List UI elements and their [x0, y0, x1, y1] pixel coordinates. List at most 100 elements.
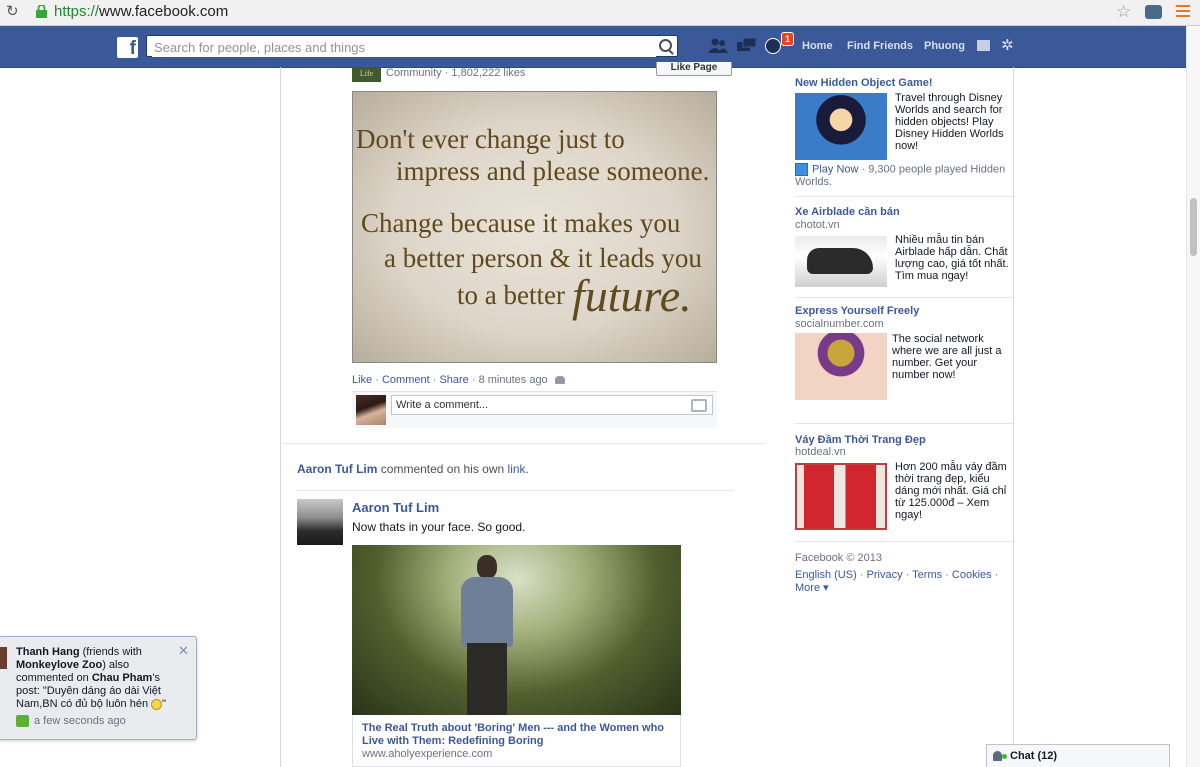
comment-composer: Write a comment... [352, 391, 717, 428]
footer-privacy-link[interactable]: Privacy [867, 569, 903, 581]
ad-play-now-link[interactable]: Play Now [812, 163, 858, 175]
avatar [0, 647, 7, 669]
post-author-link[interactable]: Aaron Tuf Lim [352, 500, 439, 515]
feed-left-border [280, 67, 281, 767]
notification-badge: 1 [781, 32, 795, 46]
ad-domain: socialnumber.com [795, 318, 884, 330]
nav-profile-link[interactable]: Phuong [924, 40, 965, 52]
like-link[interactable]: Like [352, 374, 372, 386]
ad-divider [795, 423, 1013, 424]
camera-icon[interactable] [691, 399, 707, 412]
ad-title[interactable]: Xe Airblade cần bán [795, 206, 900, 218]
story-header-divider [297, 490, 734, 491]
page-scrollbar[interactable] [1186, 26, 1200, 767]
photo-figure [455, 555, 515, 715]
search-input[interactable] [152, 37, 656, 57]
page-thumbnail[interactable]: Life [352, 67, 381, 82]
post-photo[interactable]: Don't ever change just to impress and pl… [352, 91, 717, 363]
link-preview-image[interactable] [352, 545, 681, 715]
comment-link[interactable]: Comment [382, 374, 430, 386]
url-scheme: https:// [54, 3, 100, 20]
toast-timestamp: a few seconds ago [34, 715, 126, 727]
post-text: Now thats in your face. So good. [352, 520, 526, 534]
ad-divider [795, 297, 1013, 298]
comment-bubble-icon [16, 715, 29, 727]
browser-toolbar: ↻ https://www.facebook.com ☆ [0, 0, 1200, 26]
audience-friends-icon[interactable] [554, 376, 565, 385]
browser-menu-icon[interactable] [1176, 5, 1190, 20]
toast-owner: Chau Pham [91, 672, 153, 684]
search-box[interactable] [146, 35, 678, 57]
story-object-link[interactable]: link [508, 462, 526, 476]
ad-image[interactable] [795, 93, 887, 160]
ad-title[interactable]: Express Yourself Freely [795, 305, 919, 317]
quote-line: Don't ever change just to [356, 124, 625, 154]
story-header: Aaron Tuf Lim commented on his own link. [297, 462, 529, 476]
scrollbar-thumb[interactable] [1190, 198, 1197, 256]
footer-language-link[interactable]: English (US) [795, 569, 857, 581]
toast-message[interactable]: Thanh Hang (friends with Monkeylove Zoo)… [16, 646, 176, 711]
ad-divider [795, 196, 1013, 197]
footer-cookies-link[interactable]: Cookies [952, 569, 992, 581]
footer-more-link[interactable]: More ▾ [795, 582, 829, 594]
footer-links: English (US) · Privacy · Terms · Cookies… [795, 569, 999, 594]
avatar [356, 395, 386, 425]
quote-line: impress and please someone. [396, 156, 710, 186]
ad-body: Hơn 200 mẫu váy đầm thời trang đẹp, kiểu… [895, 461, 1007, 521]
ad-title[interactable]: Váy Đầm Thời Trang Đẹp [795, 434, 926, 446]
story-verb: commented on his own [380, 462, 505, 476]
footer-copyright: Facebook © 2013 [795, 552, 882, 564]
nav-find-friends-link[interactable]: Find Friends [847, 40, 913, 52]
scooter-shape [807, 248, 873, 274]
ad-title[interactable]: New Hidden Object Game! [795, 77, 933, 89]
close-icon[interactable]: ✕ [178, 643, 189, 659]
link-preview-title[interactable]: The Real Truth about 'Boring' Men --- an… [362, 722, 677, 748]
gear-icon[interactable]: ✲ [1001, 36, 1014, 54]
friend-requests-icon[interactable] [708, 38, 728, 56]
toast-friends-prefix: (friends with [82, 646, 142, 658]
search-icon[interactable] [659, 39, 672, 52]
facebook-top-bar: f 1 Home Find Friends Phuong ✲ [0, 26, 1186, 68]
share-link[interactable]: Share [439, 374, 468, 386]
ad-body: Nhiều mẫu tin bán Airblade hấp dẫn. Chất… [895, 234, 1009, 282]
chat-tab[interactable]: Chat (12) [986, 744, 1170, 767]
ad-image[interactable] [795, 463, 887, 530]
notification-toast[interactable]: Thanh Hang (friends with Monkeylove Zoo)… [0, 636, 197, 740]
bookmark-star-icon[interactable]: ☆ [1116, 2, 1131, 22]
toast-post-suffix: " [162, 698, 167, 710]
nav-home-link[interactable]: Home [802, 40, 833, 52]
ad-image[interactable] [795, 333, 887, 400]
address-bar[interactable]: https://www.facebook.com [54, 3, 228, 20]
story-actor-link[interactable]: Aaron Tuf Lim [297, 462, 377, 476]
extension-camera-icon[interactable] [1145, 5, 1162, 19]
chat-label: Chat (12) [1010, 750, 1058, 762]
reload-icon[interactable]: ↻ [6, 4, 19, 20]
avatar[interactable] [297, 499, 343, 545]
online-dot-icon [1002, 754, 1007, 759]
post-actions: Like · Comment · Share · 8 minutes ago [352, 374, 565, 386]
story-divider [281, 443, 766, 444]
quote-line: to a better [457, 280, 565, 310]
footer-terms-link[interactable]: Terms [912, 569, 942, 581]
ad-footer: Play Now · 9,300 people played Hidden Wo… [795, 163, 1006, 188]
comment-input[interactable]: Write a comment... [391, 395, 713, 415]
quote-line: future. [572, 270, 692, 321]
quote-line: Change because it makes you [361, 208, 681, 238]
like-page-button[interactable]: Like Page [656, 62, 732, 76]
toast-friend: Monkeylove Zoo [16, 659, 103, 671]
ad-body: The social network where we are all just… [892, 333, 1002, 381]
smiley-emoticon-icon [151, 698, 163, 710]
link-preview-caption[interactable]: The Real Truth about 'Boring' Men --- an… [352, 715, 681, 767]
ad-body: Travel through Disney Worlds and search … [895, 92, 1004, 152]
rail-right-border [1013, 67, 1014, 767]
ad-image[interactable] [795, 236, 887, 287]
post-timestamp[interactable]: 8 minutes ago [479, 374, 548, 386]
ad-domain: hotdeal.vn [795, 446, 846, 458]
facebook-logo-icon[interactable]: f [117, 37, 138, 58]
app-icon [795, 163, 808, 176]
messages-icon[interactable] [737, 37, 757, 56]
chat-person-icon [993, 751, 1002, 761]
page-meta: Community · 1,802,222 likes [386, 67, 526, 79]
privacy-shortcuts-icon[interactable] [977, 40, 990, 51]
link-preview-domain: www.aholyexperience.com [362, 748, 493, 760]
